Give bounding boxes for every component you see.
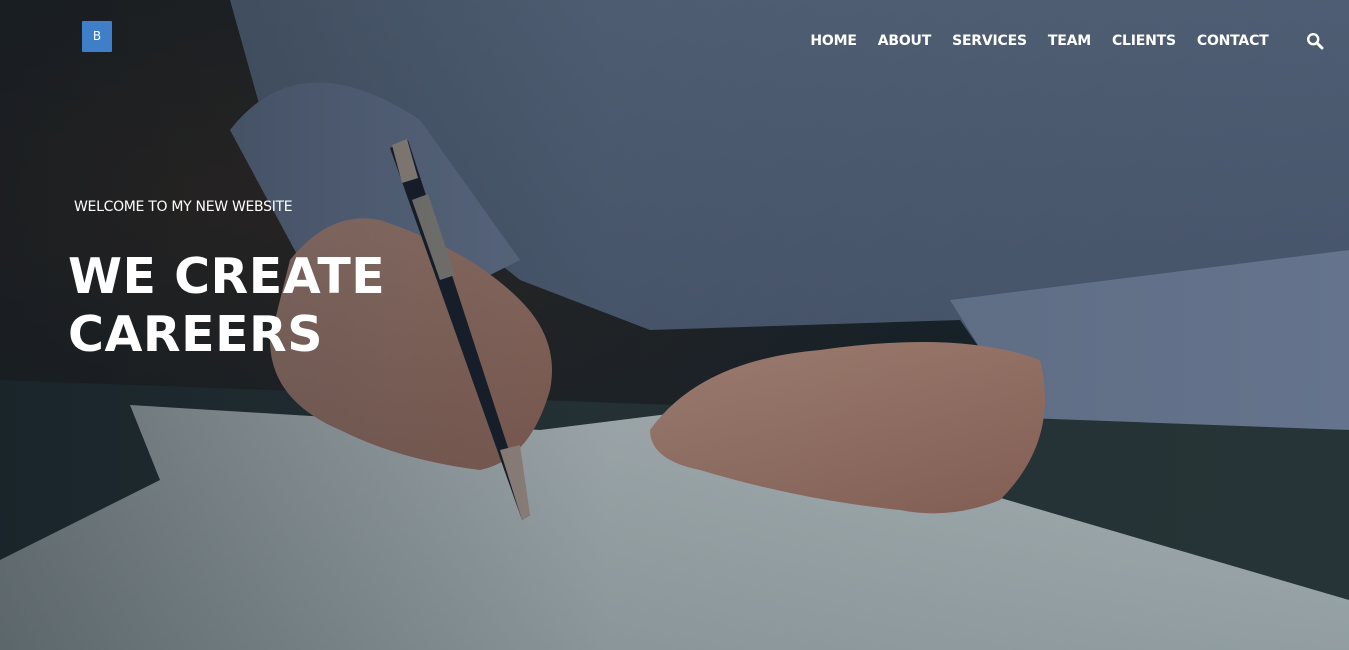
- nav-home[interactable]: HOME: [800, 31, 867, 51]
- logo[interactable]: B: [82, 21, 112, 52]
- hero-eyebrow: WELCOME TO MY NEW WEBSITE: [74, 199, 293, 215]
- nav-about[interactable]: ABOUT: [867, 31, 941, 51]
- hero-headline-line-1: WE CREATE: [68, 248, 386, 305]
- nav-clients[interactable]: CLIENTS: [1101, 31, 1186, 51]
- hero-headline: WE CREATE CAREERS: [68, 248, 385, 364]
- search-button[interactable]: [1306, 32, 1324, 50]
- hero-headline-line-2: CAREERS: [68, 306, 324, 363]
- search-icon: [1306, 32, 1324, 50]
- nav-contact[interactable]: CONTACT: [1186, 31, 1279, 51]
- nav-team[interactable]: TEAM: [1037, 31, 1101, 51]
- main-nav: HOME ABOUT SERVICES TEAM CLIENTS CONTACT: [800, 31, 1279, 51]
- hero-section: B HOME ABOUT SERVICES TEAM CLIENTS CONTA…: [0, 0, 1349, 650]
- nav-services[interactable]: SERVICES: [942, 31, 1038, 51]
